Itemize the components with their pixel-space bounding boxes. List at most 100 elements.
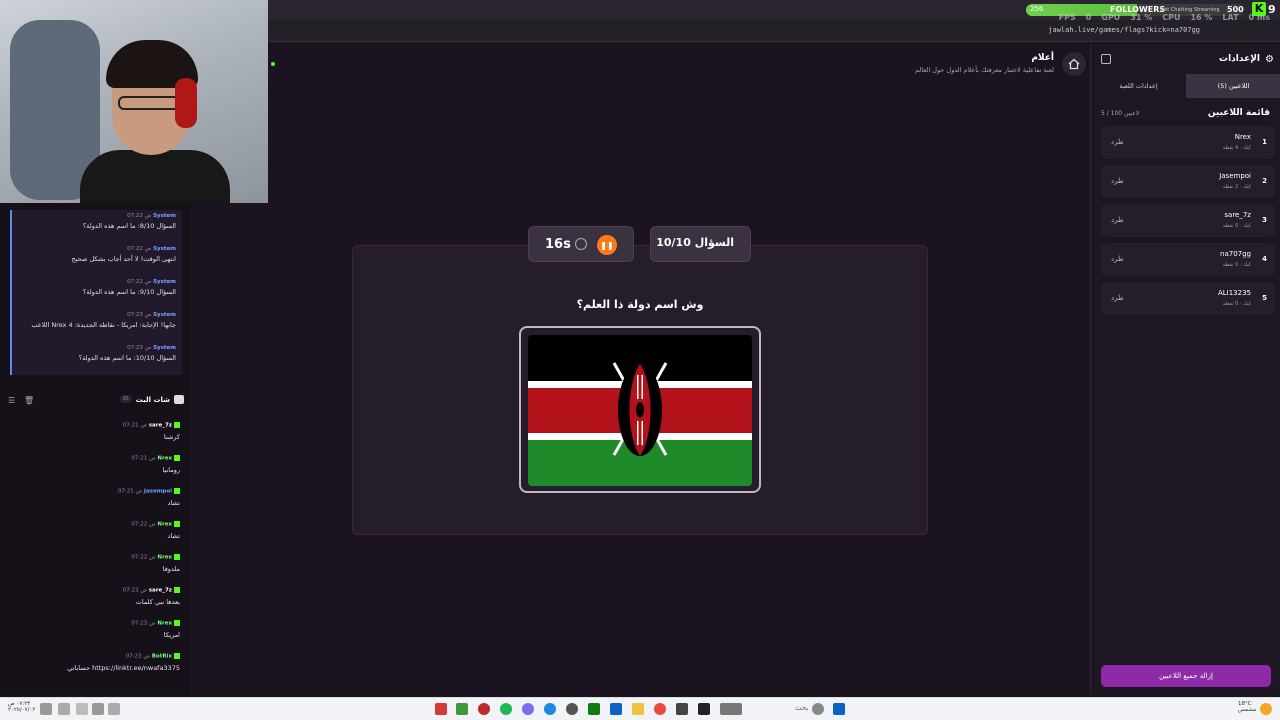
browser-url-bar[interactable]: jawlah.live/games/flags?kick=na707gg (268, 20, 1280, 42)
chat-message-text: تشاد (167, 498, 180, 507)
kick-player-button[interactable]: طرد (1111, 255, 1124, 263)
chat-username[interactable]: Nrex (157, 621, 172, 627)
system-message-text: السؤال 10/10: ما اسم هذه الدولة؟ (78, 354, 176, 362)
search-icon[interactable] (812, 703, 824, 715)
tray-chevron-icon[interactable] (108, 703, 120, 715)
chat-message-text: امريكا (163, 630, 180, 639)
app-icon-red[interactable] (435, 703, 447, 715)
streamer-glasses (118, 96, 182, 110)
home-icon (1068, 58, 1080, 70)
system-message-time: 07:23 ص (127, 312, 152, 318)
player-rank: 5 (1262, 294, 1267, 302)
kick-player-button[interactable]: طرد (1111, 177, 1124, 185)
cpu-value: 16 % (1190, 13, 1213, 22)
chat-username[interactable]: Nrex (157, 456, 172, 462)
app-icon-dark[interactable] (676, 703, 688, 715)
player-meta: كيك · 0 نقطة (1222, 262, 1251, 268)
store-icon[interactable] (610, 703, 622, 715)
weather-desc: مشمس (1238, 707, 1257, 713)
system-message-sender: System (153, 279, 176, 285)
chat-username[interactable]: Nrex (157, 522, 172, 528)
player-name: ALI13235 (1217, 289, 1251, 297)
obs-icon[interactable] (566, 703, 578, 715)
chat-message-header: 07:21 ص Nrex (60, 455, 180, 462)
kick-badge-icon (174, 554, 180, 560)
chat-username[interactable]: Nrex (157, 555, 172, 561)
taskbar-clock: ٠٧:٢٣ ص ٢٠٢٥/٠٧/٠٢ (8, 701, 35, 713)
app-icon-black[interactable] (698, 703, 710, 715)
player-meta: كيك · 4 نقطة (1222, 145, 1251, 151)
kick-badge-icon (174, 521, 180, 527)
system-messages: 07:22 ص System السؤال 8/10: ما اسم هذه ال… (10, 210, 182, 375)
edge-icon[interactable] (544, 703, 556, 715)
notification-icon[interactable] (40, 703, 52, 715)
system-message-sender: System (153, 213, 176, 219)
system-message: 07:23 ص System اللاعب Nrex جابها! الإجابة… (10, 309, 182, 342)
file-explorer-icon[interactable] (632, 703, 644, 715)
chat-username[interactable]: sare_7z (149, 588, 172, 594)
kick-badge-icon (174, 422, 180, 428)
kick-badge-icon (174, 620, 180, 626)
player-name: sare_7z (1224, 211, 1251, 219)
system-message-header: 07:23 ص System (18, 312, 176, 318)
player-row: 4 na707gg كيك · 0 نقطة طرد (1101, 243, 1275, 276)
language-icon[interactable] (76, 703, 88, 715)
kick-player-button[interactable]: طرد (1111, 294, 1124, 302)
stream-chat-header: ☰ 🗑 81 شات البث (0, 390, 190, 410)
webcam-feed (0, 0, 268, 203)
game-thumbnail-icon[interactable] (720, 703, 742, 715)
remove-all-players-button[interactable]: إزالة جميع اللاعبين (1101, 665, 1271, 687)
chat-settings-icon[interactable]: ☰ (8, 396, 15, 405)
chat-message-text: تشاد (167, 531, 180, 540)
windows-taskbar: ٠٧:٢٣ ص ٢٠٢٥/٠٧/٠٢ بحث 18°C مشمس (0, 697, 1280, 720)
windows-start-icon[interactable] (833, 703, 845, 715)
volume-icon[interactable] (92, 703, 104, 715)
question-number-box: السؤال 10/10 (650, 226, 751, 262)
player-list: 1 Nrex كيك · 4 نقطة طرد 2 Jasempoi كيك · 2 نقط… (1101, 126, 1275, 321)
kick-badge-icon (174, 587, 180, 593)
player-rank: 1 (1262, 138, 1267, 146)
sidebar-tab[interactable]: إعدادات اللعبة (1091, 74, 1186, 98)
fps-label: FPS (1058, 13, 1076, 22)
system-message-header: 07:22 ص System (18, 279, 176, 285)
chat-message-header: 07:22 ص Nrex (60, 521, 180, 528)
chat-clear-icon[interactable]: 🗑 (24, 396, 34, 405)
settings-sidebar: الإعدادات ⚙ إعدادات اللعبة اللاعبين (5) ق… (1090, 44, 1280, 695)
player-meta: كيك · 2 نقطة (1222, 184, 1251, 190)
xbox-icon[interactable] (588, 703, 600, 715)
question-text: وش اسم دولة ذا العلم؟ (576, 298, 704, 311)
keyboard-icon[interactable] (58, 703, 70, 715)
app-icon-circle[interactable] (478, 703, 490, 715)
system-message-time: 07:22 ص (127, 246, 152, 252)
pause-button[interactable]: ❚❚ (597, 235, 617, 255)
url-text[interactable]: jawlah.live/games/flags?kick=na707gg (1048, 26, 1200, 34)
chat-message-header: 07:23 ص Nrex (60, 620, 180, 627)
clock-icon (575, 238, 587, 250)
player-rank: 2 (1262, 177, 1267, 185)
player-rank: 4 (1262, 255, 1267, 263)
system-message-time: 07:22 ص (127, 279, 152, 285)
sidebar-tab[interactable]: اللاعبين (5) (1186, 74, 1280, 98)
kick-player-button[interactable]: طرد (1111, 138, 1124, 146)
chrome-icon[interactable] (654, 703, 666, 715)
game-description: لعبة تفاعلية لاختبار معرفتك بأعلام الدول… (914, 66, 1054, 74)
chat-username[interactable]: sare_7z (149, 423, 172, 429)
headset (175, 78, 197, 128)
gpu-label: GPU (1101, 13, 1121, 22)
player-meta: كيك · 0 نقطة (1222, 223, 1251, 229)
discord-icon[interactable] (522, 703, 534, 715)
streamer-shirt (80, 150, 230, 203)
taskbar-search[interactable]: بحث (795, 704, 808, 712)
chat-message-time: 07:23 ص (122, 587, 148, 594)
kick-player-button[interactable]: طرد (1111, 216, 1124, 224)
stream-chat-title: شات البث (135, 396, 170, 404)
chat-username[interactable]: BotRix (152, 654, 172, 660)
player-row: 3 sare_7z كيك · 0 نقطة طرد (1101, 204, 1275, 237)
lat-label: LAT (1222, 13, 1239, 22)
home-button[interactable] (1062, 52, 1086, 76)
system-message-text: اللاعب Nrex جابها! الإجابة: امريكا - نقا… (31, 321, 176, 329)
chat-username[interactable]: Jasempoi (144, 489, 172, 495)
minecraft-icon[interactable] (456, 703, 468, 715)
spotify-icon[interactable] (500, 703, 512, 715)
collapse-sidebar-icon[interactable] (1101, 54, 1111, 64)
